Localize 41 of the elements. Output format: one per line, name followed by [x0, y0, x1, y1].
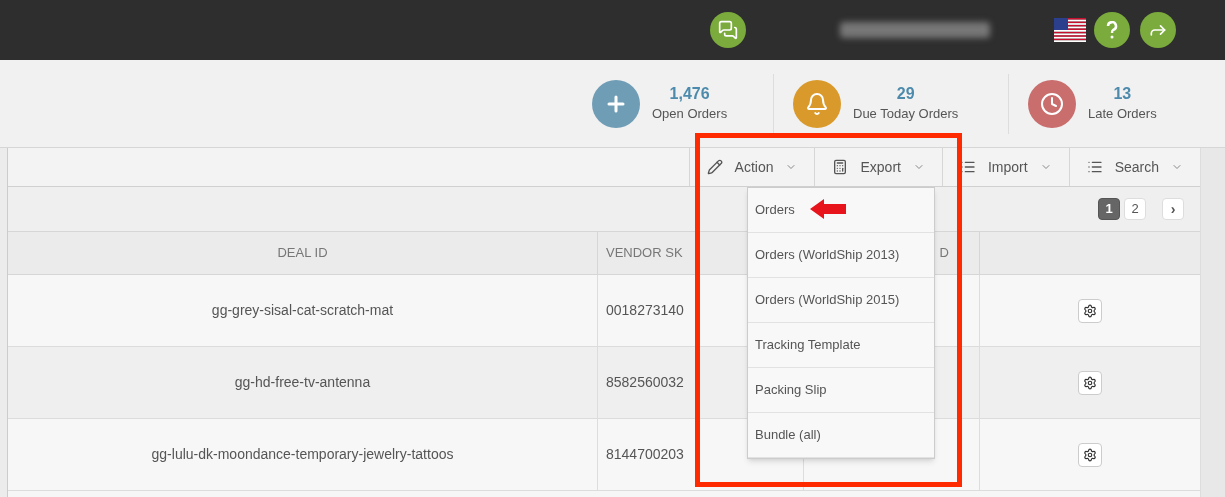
- next-page-button[interactable]: ›: [1162, 198, 1184, 220]
- toolbar-button[interactable]: Import: [941, 148, 1069, 186]
- list-icon: [1086, 159, 1103, 175]
- menu-item[interactable]: Orders: [748, 188, 934, 233]
- arrow-icon: [810, 199, 846, 219]
- bell-icon: [805, 91, 829, 116]
- stat-label: Due Today Orders: [853, 104, 959, 123]
- clock-icon: [1040, 91, 1064, 116]
- stat-count: 1,476: [669, 83, 710, 104]
- menu-item[interactable]: Orders (WorldShip 2013): [748, 233, 934, 278]
- settings-button[interactable]: [1078, 298, 1102, 323]
- column-header: DEAL ID: [8, 232, 598, 274]
- list-icon: [959, 159, 976, 175]
- register-icon: [832, 159, 849, 175]
- settings-button[interactable]: [1078, 442, 1102, 467]
- table-cell: gg-lulu-dk-moondance-temporary-jewelry-tattoos: [8, 419, 598, 490]
- stat-label: Open Orders: [652, 104, 728, 123]
- stat-count: 29: [896, 83, 915, 104]
- menu-item[interactable]: Orders (WorldShip 2015): [748, 278, 934, 323]
- settings-icon: [1083, 375, 1097, 390]
- chat-button[interactable]: [710, 12, 746, 48]
- menu-item[interactable]: Bundle (all): [748, 413, 934, 458]
- help-button[interactable]: [1094, 12, 1130, 48]
- share-button[interactable]: [1140, 12, 1176, 48]
- page-button[interactable]: 1: [1098, 198, 1120, 220]
- page-button[interactable]: 2: [1124, 198, 1146, 220]
- settings-icon: [1083, 447, 1097, 462]
- flag-icon: [1054, 18, 1086, 42]
- stat-label: Late Orders: [1088, 104, 1157, 123]
- toolbar-button[interactable]: Export: [814, 148, 942, 186]
- table-cell: gg-grey-sisal-cat-scratch-mat: [8, 275, 598, 346]
- toolbar-button[interactable]: Action: [688, 148, 815, 186]
- pencil-icon: [706, 159, 723, 175]
- table-cell: gg-hd-free-tv-antenna: [8, 347, 598, 418]
- settings-button[interactable]: [1078, 370, 1102, 395]
- stat-count: 13: [1113, 83, 1132, 104]
- help-icon: [1106, 21, 1118, 39]
- settings-icon: [1083, 303, 1097, 318]
- menu-item[interactable]: Packing Slip: [748, 368, 934, 413]
- menu-item[interactable]: Tracking Template: [748, 323, 934, 368]
- chat-icon: [718, 20, 738, 40]
